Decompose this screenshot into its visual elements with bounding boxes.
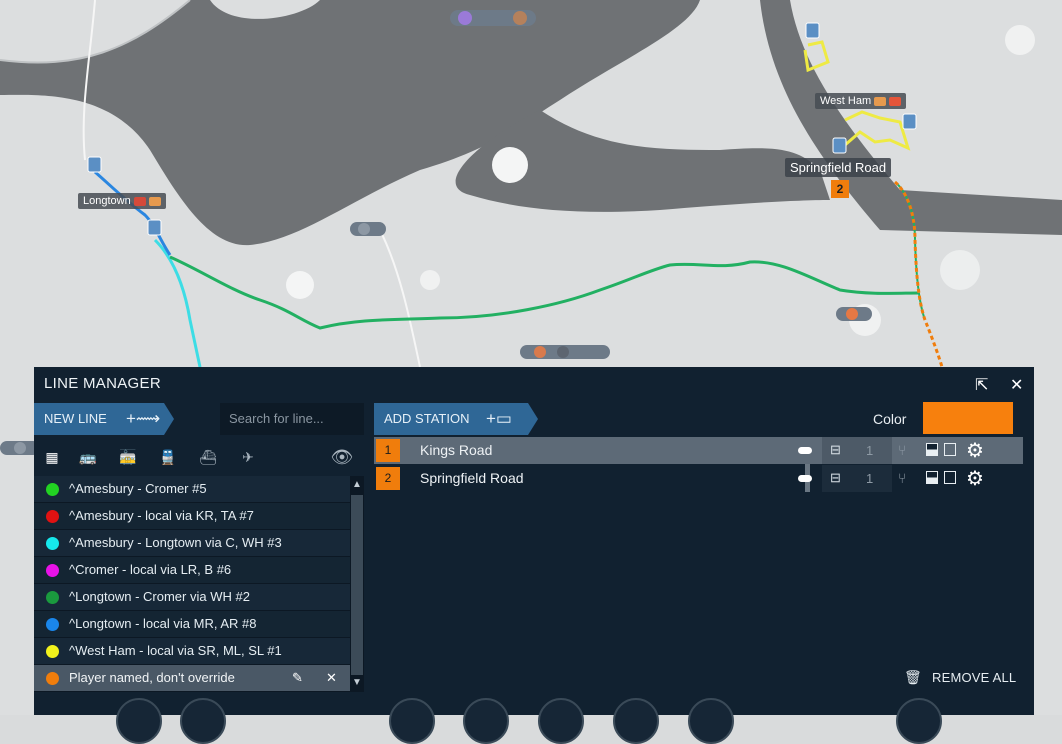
gear-icon[interactable]: ⚙ bbox=[966, 466, 984, 491]
new-line-label: NEW LINE bbox=[44, 411, 107, 426]
branch-icon[interactable]: ⑂ bbox=[898, 470, 906, 486]
station-number-badge: 2 bbox=[831, 180, 849, 198]
add-station-icon: +▭ bbox=[486, 409, 512, 428]
color-swatch[interactable] bbox=[923, 402, 1013, 434]
line-name: ^West Ham - local via SR, ML, SL #1 bbox=[69, 643, 282, 658]
line-name: ^Amesbury - Cromer #5 bbox=[69, 481, 207, 496]
list-item[interactable]: ^Longtown - local via MR, AR #8 bbox=[34, 611, 350, 638]
bread-icon bbox=[148, 196, 161, 206]
toolbar-button[interactable] bbox=[180, 698, 226, 744]
vehicle-count: 1 bbox=[866, 443, 874, 458]
line-color-dot bbox=[46, 618, 59, 631]
scroll-down-icon[interactable]: ▼ bbox=[350, 676, 364, 690]
delete-line-icon[interactable]: ✕ bbox=[326, 665, 337, 691]
station-index: 2 bbox=[376, 467, 400, 490]
line-color-dot bbox=[46, 483, 59, 496]
platform-right-icon[interactable] bbox=[944, 443, 956, 456]
list-item[interactable]: ^Cromer - local via LR, B #6 bbox=[34, 557, 350, 584]
bread-icon bbox=[874, 96, 887, 106]
line-list: ^Amesbury - Cromer #5 ^Amesbury - local … bbox=[34, 476, 350, 692]
list-item[interactable]: ^Amesbury - Longtown via C, WH #3 bbox=[34, 530, 350, 557]
bus-stop-icon: ⊟ bbox=[830, 442, 841, 457]
town-label-longtown[interactable]: Longtown bbox=[78, 193, 166, 209]
station-name: Kings Road bbox=[420, 442, 493, 458]
add-station-label: ADD STATION bbox=[384, 411, 470, 426]
line-manager-panel: LINE MANAGER ⇱ ✕ NEW LINE +⟿ ADD STATION… bbox=[34, 367, 1034, 715]
platform-right-icon[interactable] bbox=[944, 471, 956, 484]
filter-bar: ▦ 🚌 🚋 🚆 ⛴ ✈ 👁 bbox=[34, 443, 364, 471]
new-line-icon: +⟿ bbox=[126, 409, 161, 428]
branch-icon[interactable]: ⑂ bbox=[898, 442, 906, 458]
town-name: Longtown bbox=[83, 195, 131, 207]
line-name: ^Amesbury - local via KR, TA #7 bbox=[69, 508, 254, 523]
list-item[interactable]: ^Amesbury - Cromer #5 bbox=[34, 476, 350, 503]
station-row-springfield-road[interactable]: 2 Springfield Road ⊟ 1 ⑂ ⚙ bbox=[374, 465, 1023, 492]
color-label: Color bbox=[873, 411, 907, 427]
station-row-kings-road[interactable]: 1 Kings Road ⊟ 1 ⑂ ⚙ bbox=[374, 437, 1023, 464]
new-line-button[interactable]: NEW LINE +⟿ bbox=[34, 403, 174, 435]
bus-icon[interactable]: 🚌 bbox=[76, 445, 100, 469]
list-item[interactable]: ^West Ham - local via SR, ML, SL #1 bbox=[34, 638, 350, 665]
meat-icon bbox=[889, 96, 902, 106]
toolbar-button[interactable] bbox=[389, 698, 435, 744]
toolbar-button[interactable] bbox=[688, 698, 734, 744]
line-color-dot bbox=[46, 672, 59, 685]
remove-all-button[interactable]: REMOVE ALL bbox=[932, 670, 1016, 685]
line-color-dot bbox=[46, 537, 59, 550]
line-color-dot bbox=[46, 591, 59, 604]
platform-left-icon[interactable] bbox=[926, 443, 938, 456]
station-name: Springfield Road bbox=[420, 470, 524, 486]
trash-icon[interactable]: 🗑 bbox=[904, 669, 922, 686]
popout-icon[interactable]: ⇱ bbox=[975, 375, 988, 395]
brick-icon bbox=[133, 196, 146, 206]
toolbar-button[interactable] bbox=[116, 698, 162, 744]
station-slider-handle[interactable] bbox=[798, 447, 812, 454]
list-item[interactable]: ^Longtown - Cromer via WH #2 bbox=[34, 584, 350, 611]
line-color-dot bbox=[46, 645, 59, 658]
gear-icon[interactable]: ⚙ bbox=[966, 438, 984, 463]
town-label-west-ham[interactable]: West Ham bbox=[815, 93, 907, 109]
line-name: Player named, don't override bbox=[69, 670, 235, 685]
line-color-dot bbox=[46, 564, 59, 577]
scroll-thumb[interactable] bbox=[351, 495, 363, 675]
list-item-selected[interactable]: Player named, don't override ✎ ✕ bbox=[34, 665, 350, 692]
plane-icon[interactable]: ✈ bbox=[236, 445, 260, 469]
toolbar-button[interactable] bbox=[613, 698, 659, 744]
line-name: ^Longtown - local via MR, AR #8 bbox=[69, 616, 257, 631]
add-station-button[interactable]: ADD STATION +▭ bbox=[374, 403, 538, 435]
list-item[interactable]: ^Amesbury - local via KR, TA #7 bbox=[34, 503, 350, 530]
search-input[interactable] bbox=[220, 403, 364, 435]
tram-icon[interactable]: 🚋 bbox=[116, 445, 140, 469]
line-list-scrollbar[interactable]: ▲ ▼ bbox=[350, 476, 364, 692]
line-name: ^Cromer - local via LR, B #6 bbox=[69, 562, 232, 577]
eye-icon[interactable]: 👁 bbox=[330, 445, 354, 469]
ship-icon[interactable]: ⛴ bbox=[196, 445, 220, 469]
train-icon[interactable]: 🚆 bbox=[156, 445, 180, 469]
panel-title: LINE MANAGER bbox=[44, 375, 161, 392]
edit-pencil-icon[interactable]: ✎ bbox=[292, 665, 303, 691]
close-icon[interactable]: ✕ bbox=[1010, 375, 1023, 395]
station-slider-handle[interactable] bbox=[798, 475, 812, 482]
vehicle-count-box[interactable]: ⊟ 1 bbox=[822, 465, 892, 492]
toolbar-button[interactable] bbox=[463, 698, 509, 744]
station-label[interactable]: Springfield Road bbox=[785, 158, 892, 177]
all-grid-icon[interactable]: ▦ bbox=[40, 445, 64, 469]
line-color-dot bbox=[46, 510, 59, 523]
vehicle-count: 1 bbox=[866, 471, 874, 486]
station-index: 1 bbox=[376, 439, 400, 462]
platform-left-icon[interactable] bbox=[926, 471, 938, 484]
line-name: ^Longtown - Cromer via WH #2 bbox=[69, 589, 250, 604]
vehicle-count-box[interactable]: ⊟ 1 bbox=[822, 437, 892, 464]
scroll-up-icon[interactable]: ▲ bbox=[350, 478, 364, 492]
town-name: West Ham bbox=[820, 95, 872, 107]
toolbar-button[interactable] bbox=[896, 698, 942, 744]
toolbar-button[interactable] bbox=[538, 698, 584, 744]
line-name: ^Amesbury - Longtown via C, WH #3 bbox=[69, 535, 282, 550]
bus-stop-icon: ⊟ bbox=[830, 470, 841, 485]
